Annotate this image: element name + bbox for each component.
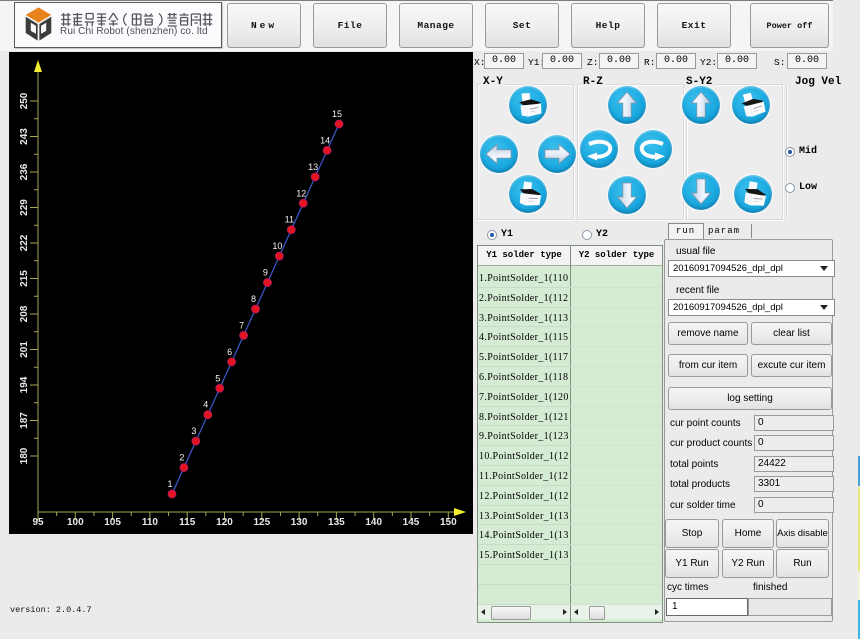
svg-text:125: 125	[253, 517, 270, 528]
svg-text:140: 140	[365, 517, 382, 528]
svg-text:11: 11	[285, 215, 294, 225]
svg-text:7: 7	[239, 320, 244, 330]
svg-text:1: 1	[167, 479, 172, 489]
svg-text:15: 15	[332, 109, 342, 119]
svg-text:10: 10	[272, 241, 282, 251]
svg-text:4: 4	[203, 400, 208, 410]
svg-text:145: 145	[403, 517, 420, 528]
svg-text:135: 135	[328, 517, 345, 528]
svg-text:215: 215	[19, 270, 30, 287]
svg-text:229: 229	[19, 199, 30, 216]
svg-text:6: 6	[227, 347, 232, 357]
svg-text:250: 250	[19, 92, 30, 109]
svg-text:180: 180	[19, 447, 30, 464]
svg-text:150: 150	[440, 517, 457, 528]
svg-text:2: 2	[179, 453, 184, 463]
svg-text:208: 208	[19, 305, 30, 322]
svg-text:201: 201	[19, 341, 30, 358]
svg-text:236: 236	[19, 163, 30, 180]
svg-text:110: 110	[142, 517, 159, 528]
svg-text:222: 222	[19, 234, 30, 251]
svg-text:95: 95	[32, 517, 44, 528]
svg-text:120: 120	[216, 517, 233, 528]
svg-text:187: 187	[19, 412, 30, 429]
svg-text:13: 13	[308, 162, 318, 172]
svg-text:194: 194	[19, 376, 30, 393]
svg-text:130: 130	[291, 517, 308, 528]
svg-text:115: 115	[179, 517, 196, 528]
svg-text:5: 5	[215, 373, 220, 383]
svg-text:8: 8	[251, 294, 256, 304]
svg-text:9: 9	[263, 268, 268, 278]
svg-text:3: 3	[191, 426, 196, 436]
svg-text:100: 100	[67, 517, 84, 528]
svg-text:12: 12	[296, 188, 306, 198]
svg-text:105: 105	[104, 517, 121, 528]
svg-text:243: 243	[19, 128, 30, 145]
svg-text:14: 14	[320, 135, 330, 145]
